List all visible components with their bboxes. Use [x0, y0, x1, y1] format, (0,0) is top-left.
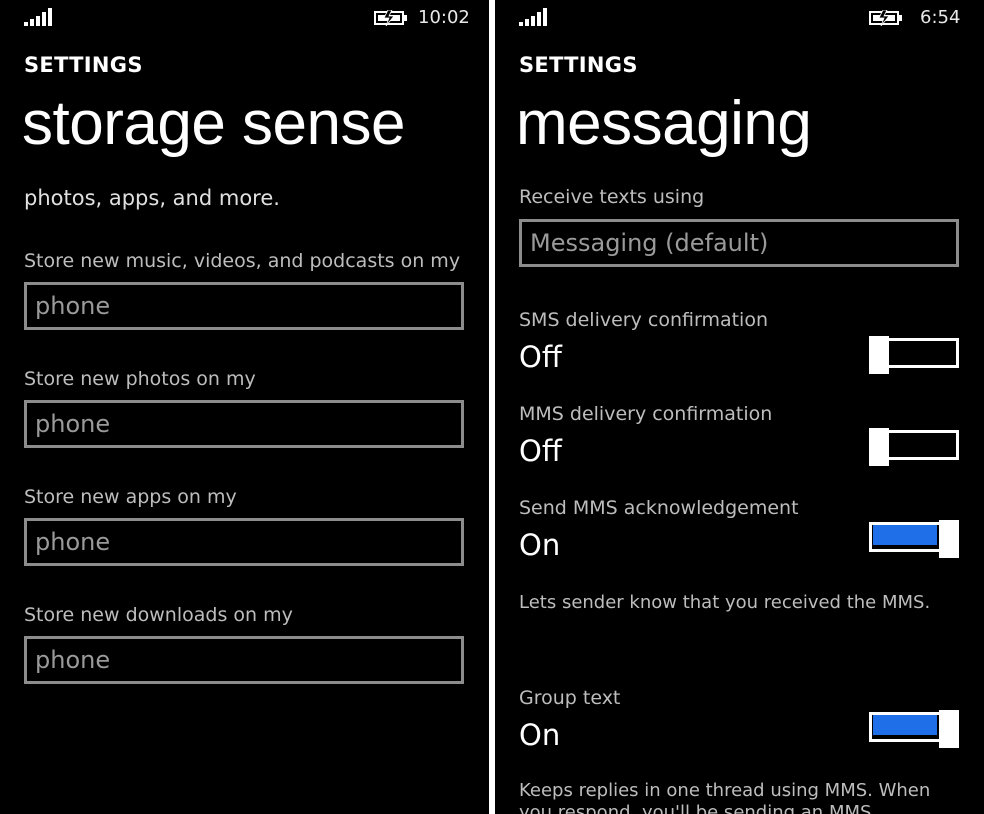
- messaging-screen: 6:54 SETTINGS messaging Receive texts us…: [495, 0, 984, 814]
- toggle-knob: [869, 428, 889, 466]
- music-location-picker[interactable]: phone: [24, 282, 464, 330]
- downloads-location-picker[interactable]: phone: [24, 636, 464, 684]
- status-time: 6:54: [920, 7, 961, 28]
- page-title: messaging: [516, 89, 812, 158]
- sms-delivery-value: Off: [519, 340, 562, 374]
- toggle-knob: [939, 520, 959, 558]
- battery-charging-icon: [374, 10, 407, 26]
- section-label: SETTINGS: [519, 53, 638, 77]
- mms-delivery-toggle[interactable]: [869, 428, 961, 466]
- sms-delivery-toggle[interactable]: [869, 336, 961, 374]
- status-bar: 6:54: [495, 0, 984, 36]
- sms-delivery-label: SMS delivery confirmation: [519, 309, 768, 331]
- apps-location-picker[interactable]: phone: [24, 518, 464, 566]
- toggle-knob: [939, 710, 959, 748]
- toggle-fill: [873, 525, 937, 545]
- settings-content[interactable]: Receive texts using Messaging (default) …: [495, 188, 984, 814]
- receive-texts-label: Receive texts using: [519, 188, 705, 208]
- toggle-fill: [873, 715, 937, 735]
- settings-content[interactable]: photos, apps, and more. Store new music,…: [0, 188, 489, 814]
- status-bar: 10:02: [0, 0, 489, 36]
- toggle-knob: [869, 336, 889, 374]
- group-text-description-line2: you respond, you'll be sending an MMS.: [519, 802, 878, 814]
- mms-ack-toggle[interactable]: [869, 520, 961, 558]
- photos-location-label: Store new photos on my: [24, 368, 256, 390]
- music-location-label: Store new music, videos, and podcasts on…: [24, 250, 461, 272]
- group-text-description: Keeps replies in one thread using MMS. W…: [519, 780, 931, 801]
- mms-ack-label: Send MMS acknowledgement: [519, 497, 799, 519]
- section-label: SETTINGS: [24, 53, 143, 77]
- mms-ack-value: On: [519, 528, 561, 562]
- battery-charging-icon: [869, 10, 902, 26]
- signal-icon: [24, 8, 52, 26]
- signal-icon: [519, 8, 547, 26]
- apps-location-label: Store new apps on my: [24, 486, 237, 508]
- status-time: 10:02: [418, 7, 470, 28]
- page-title: storage sense: [22, 89, 405, 158]
- group-text-label: Group text: [519, 687, 621, 709]
- downloads-location-label: Store new downloads on my: [24, 604, 293, 626]
- receive-texts-picker[interactable]: Messaging (default): [519, 219, 959, 267]
- group-text-toggle[interactable]: [869, 710, 961, 748]
- clipped-description: photos, apps, and more.: [24, 188, 280, 210]
- mms-delivery-label: MMS delivery confirmation: [519, 403, 773, 425]
- group-text-value: On: [519, 718, 561, 752]
- mms-ack-description: Lets sender know that you received the M…: [519, 592, 931, 613]
- mms-delivery-value: Off: [519, 434, 562, 468]
- photos-location-picker[interactable]: phone: [24, 400, 464, 448]
- storage-sense-screen: 10:02 SETTINGS storage sense photos, app…: [0, 0, 489, 814]
